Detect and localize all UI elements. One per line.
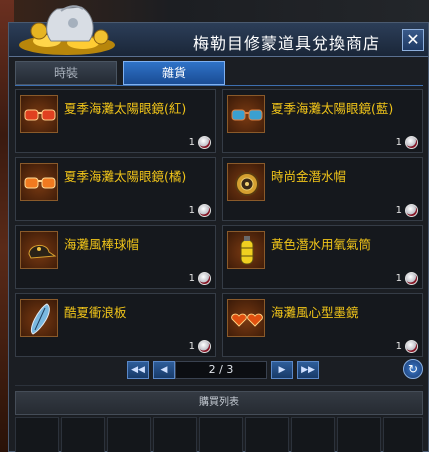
coin-icon — [198, 136, 211, 149]
item-price: 1 — [395, 273, 402, 284]
cart-header: 購買列表 — [15, 391, 423, 415]
item-price: 1 — [188, 341, 195, 352]
coin-icon — [405, 340, 418, 353]
refresh-icon[interactable]: ↻ — [403, 359, 423, 379]
item-name: 夏季海灘太陽眼鏡(藍) — [271, 101, 394, 116]
coin-icon — [405, 204, 418, 217]
gold-diving-cap-icon — [227, 163, 265, 201]
blue-sunglasses-icon — [227, 95, 265, 133]
tab-misc[interactable]: 雜貨 — [123, 61, 225, 85]
coin-icon — [405, 272, 418, 285]
prev-page-button[interactable]: ◀ — [153, 361, 175, 379]
coin-icon — [198, 204, 211, 217]
tab-fashion[interactable]: 時裝 — [15, 61, 117, 85]
item-price: 1 — [188, 273, 195, 284]
shop-item[interactable]: 夏季海灘太陽眼鏡(藍) 1 — [222, 89, 423, 153]
item-name: 黃色潛水用氧氣筒 — [271, 237, 372, 252]
shop-item[interactable]: 夏季海灘太陽眼鏡(紅) 1 — [15, 89, 216, 153]
cart-slots — [15, 417, 423, 452]
category-tabs: 時裝 雜貨 — [15, 61, 423, 85]
cart-slot[interactable] — [337, 417, 381, 452]
item-name: 夏季海灘太陽眼鏡(紅) — [64, 101, 187, 116]
divider — [15, 385, 423, 386]
shop-item[interactable]: 海灘風棒球帽 1 — [15, 225, 216, 289]
page-indicator: 2 / 3 — [175, 361, 267, 379]
window-title: 梅勒目修蒙道具兌換商店 — [192, 34, 380, 53]
shop-item[interactable]: 夏季海灘太陽眼鏡(橘) 1 — [15, 157, 216, 221]
item-price: 1 — [188, 205, 195, 216]
first-page-button[interactable]: ◀◀ — [127, 361, 149, 379]
tab-underline — [15, 85, 423, 86]
baseball-cap-icon — [20, 231, 58, 269]
item-name: 海灘風棒球帽 — [64, 237, 140, 252]
surfboard-icon — [20, 299, 58, 337]
cart-slot[interactable] — [199, 417, 243, 452]
cart-slot[interactable] — [245, 417, 289, 452]
item-price: 1 — [395, 205, 402, 216]
oxygen-tank-icon — [227, 231, 265, 269]
heart-sunglasses-icon — [227, 299, 265, 337]
coin-icon — [198, 340, 211, 353]
last-page-button[interactable]: ▶▶ — [297, 361, 319, 379]
coin-icon — [405, 136, 418, 149]
item-name: 海灘風心型墨鏡 — [271, 305, 359, 320]
shop-window: 梅勒目修蒙道具兌換商店 ✕ 時裝 雜貨 夏季海灘太陽眼鏡(紅) 1 夏季海灘太陽… — [8, 5, 429, 452]
close-button[interactable]: ✕ — [402, 29, 424, 51]
shop-item[interactable]: 黃色潛水用氧氣筒 1 — [222, 225, 423, 289]
cart-slot[interactable] — [61, 417, 105, 452]
item-price: 1 — [188, 137, 195, 148]
item-price: 1 — [395, 341, 402, 352]
shop-item[interactable]: 海灘風心型墨鏡 1 — [222, 293, 423, 357]
item-name: 酷夏衝浪板 — [64, 305, 127, 320]
cart-slot[interactable] — [107, 417, 151, 452]
cart-slot[interactable] — [15, 417, 59, 452]
cart-slot[interactable] — [383, 417, 423, 452]
item-name: 時尚金潛水帽 — [271, 169, 347, 184]
item-name: 夏季海灘太陽眼鏡(橘) — [64, 169, 187, 184]
shop-item[interactable]: 時尚金潛水帽 1 — [222, 157, 423, 221]
next-page-button[interactable]: ▶ — [271, 361, 293, 379]
pagination: ◀◀ ◀ 2 / 3 ▶ ▶▶ ↻ — [15, 357, 423, 383]
treasure-bag-icon — [19, 5, 115, 55]
red-sunglasses-icon — [20, 95, 58, 133]
shop-item[interactable]: 酷夏衝浪板 1 — [15, 293, 216, 357]
cart-slot[interactable] — [153, 417, 197, 452]
coin-icon — [198, 272, 211, 285]
orange-sunglasses-icon — [20, 163, 58, 201]
cart-slot[interactable] — [291, 417, 335, 452]
item-price: 1 — [395, 137, 402, 148]
